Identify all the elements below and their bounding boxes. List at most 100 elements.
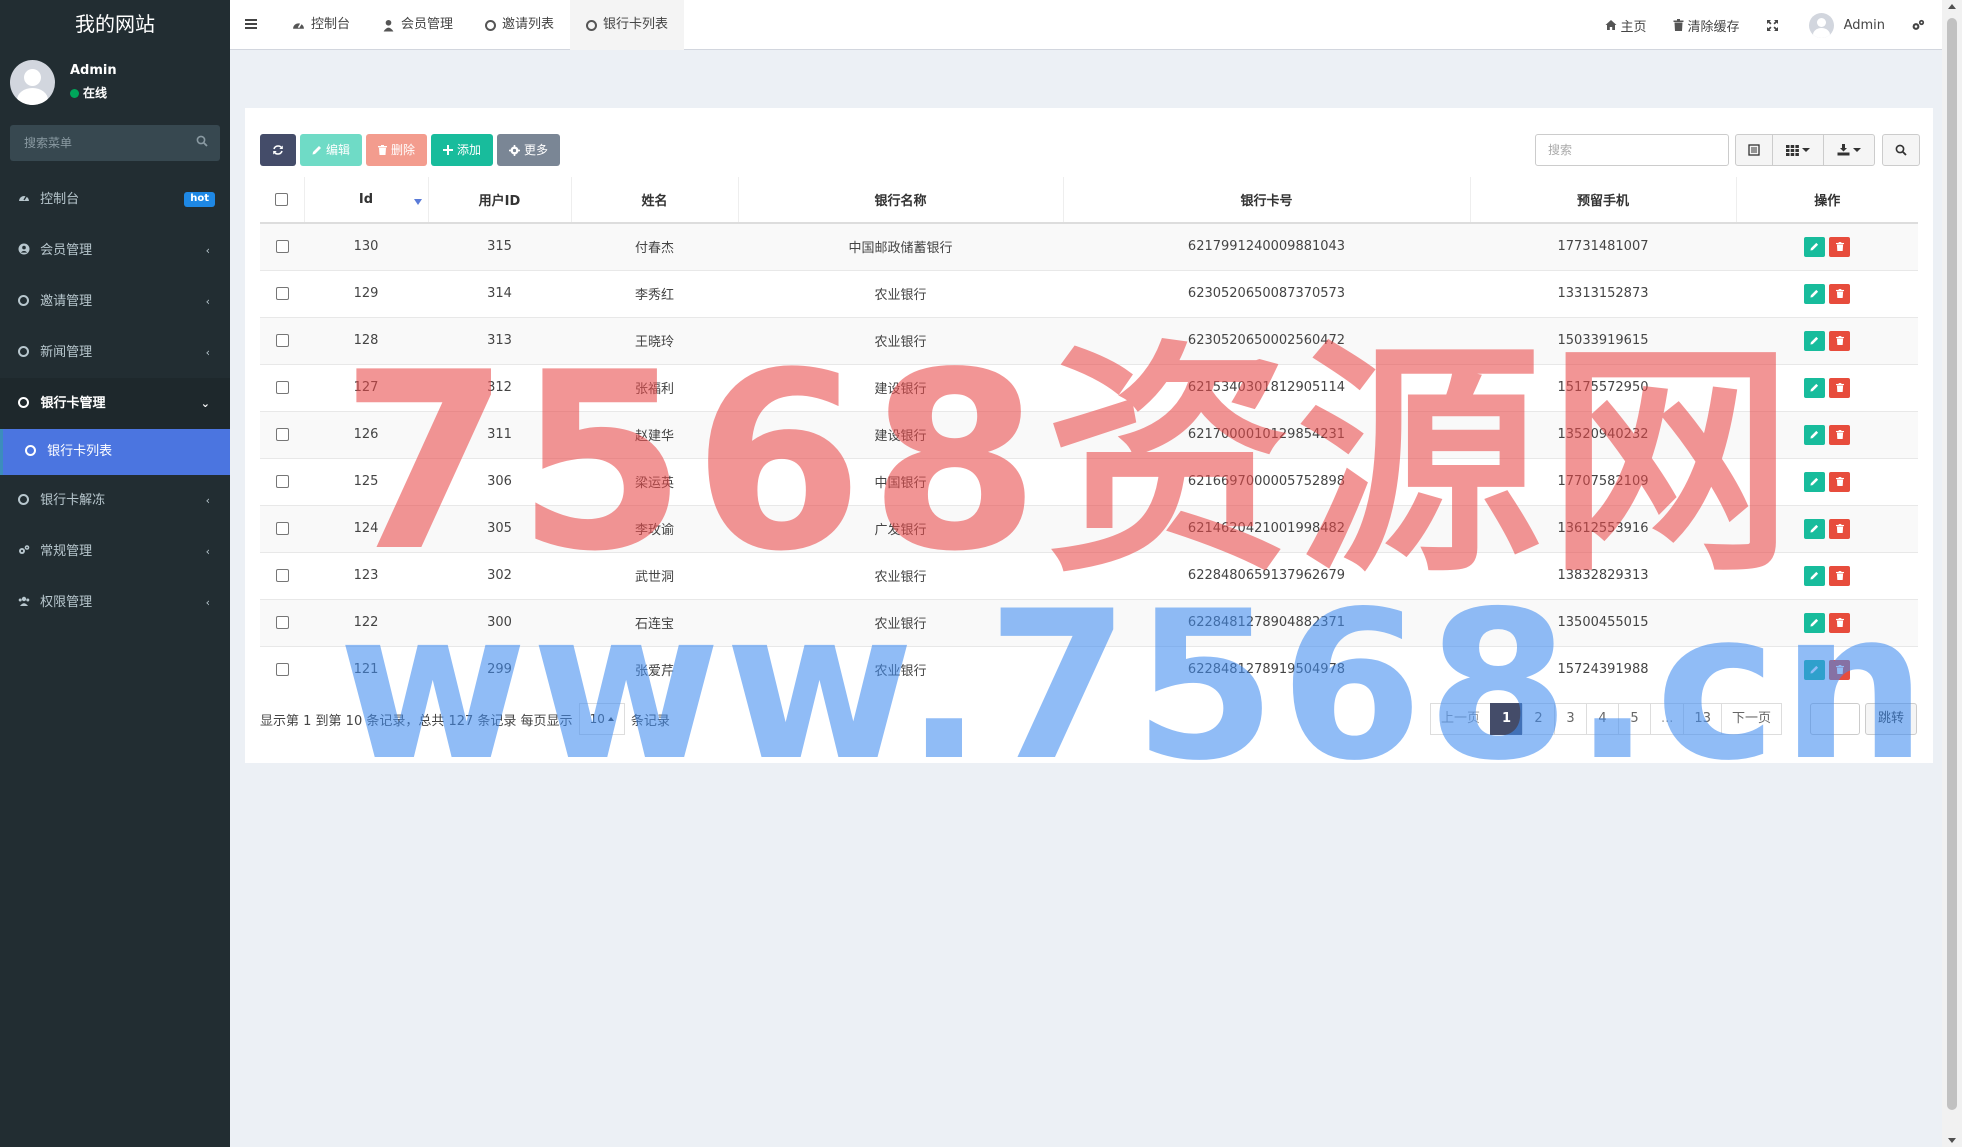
page-size-select[interactable]: 10	[578, 703, 625, 735]
sidebar-item-general[interactable]: 常规管理 ‹	[0, 526, 230, 577]
table-row[interactable]: 128 313 王晓玲 农业银行 6230520650002560472 15033919…	[260, 316, 1918, 364]
row-checkbox[interactable]	[275, 522, 289, 535]
page-3-button[interactable]: 3	[1554, 703, 1588, 735]
jump-button[interactable]: 跳转	[1865, 703, 1917, 735]
column-header-card-number[interactable]: 银行卡号	[1063, 177, 1471, 224]
table-row[interactable]: 126 311 赵建华 建设银行 6217000010129854231 13520940…	[260, 410, 1918, 458]
cell-actions	[1736, 645, 1918, 693]
table-row[interactable]: 124 305 李玫谕 广发银行 6214620421001998482 13612553…	[260, 504, 1918, 552]
home-link[interactable]: 主页	[1592, 0, 1660, 50]
sidebar-item-bankcard-unfreeze[interactable]: 银行卡解冻 ‹	[0, 475, 230, 526]
page-13-button[interactable]: 13	[1683, 703, 1722, 735]
row-edit-button[interactable]	[1804, 236, 1825, 257]
page-5-button[interactable]: 5	[1618, 703, 1652, 735]
sidebar-item-dashboard[interactable]: 控制台 hot	[0, 174, 230, 225]
edit-button[interactable]: 编辑	[300, 134, 363, 166]
sidebar-item-bankcard-list[interactable]: 银行卡列表	[0, 429, 230, 475]
sidebar-search-input[interactable]	[10, 125, 220, 161]
add-button[interactable]: 添加	[431, 134, 494, 166]
table-row[interactable]: 121 299 张爱芹 农业银行 6228481278919504978 15724391…	[260, 645, 1918, 693]
columns-button[interactable]	[1772, 134, 1824, 166]
row-delete-button[interactable]	[1829, 330, 1850, 351]
row-checkbox[interactable]	[275, 381, 289, 394]
row-edit-button[interactable]	[1804, 424, 1825, 445]
row-delete-button[interactable]	[1829, 424, 1850, 445]
sidebar-item-invites[interactable]: 邀请管理 ‹	[0, 276, 230, 327]
cell-card-number: 6216697000005752898	[1063, 457, 1470, 505]
row-edit-button[interactable]	[1804, 612, 1825, 633]
row-checkbox[interactable]	[275, 287, 289, 300]
row-delete-button[interactable]	[1829, 612, 1850, 633]
tab-invites[interactable]: 邀请列表	[469, 0, 570, 50]
delete-button[interactable]: 删除	[366, 134, 428, 166]
table-row[interactable]: 123 302 武世洞 农业银行 6228480659137962679 13832829…	[260, 551, 1918, 599]
toggle-view-button[interactable]	[1735, 134, 1773, 166]
row-delete-button[interactable]	[1829, 236, 1850, 257]
column-header-id[interactable]: Id	[304, 177, 429, 224]
fullscreen-button[interactable]	[1753, 0, 1796, 50]
row-checkbox[interactable]	[275, 663, 289, 677]
refresh-button[interactable]	[260, 134, 296, 166]
cell-id: 124	[304, 504, 428, 552]
user-menu[interactable]: Admin	[1796, 0, 1898, 50]
row-edit-button[interactable]	[1804, 330, 1825, 351]
cell-actions	[1736, 551, 1918, 599]
clear-cache-button[interactable]: 清除缓存	[1660, 0, 1753, 50]
column-header-name[interactable]: 姓名	[571, 177, 739, 224]
sidebar-item-bankcards[interactable]: 银行卡管理 ⌄	[0, 378, 230, 429]
row-edit-button[interactable]	[1804, 565, 1825, 586]
row-checkbox[interactable]	[275, 569, 289, 582]
sidebar-item-news[interactable]: 新闻管理 ‹	[0, 327, 230, 378]
row-delete-button[interactable]	[1829, 565, 1850, 586]
table-row[interactable]: 127 312 张福利 建设银行 6215340301812905114 15175572…	[260, 363, 1918, 411]
table-search-input[interactable]	[1535, 134, 1729, 166]
table-row[interactable]: 122 300 石连宝 农业银行 6228481278904882371 13500455…	[260, 598, 1918, 646]
row-checkbox[interactable]	[275, 616, 289, 629]
row-delete-button[interactable]	[1829, 471, 1850, 492]
scrollbar-thumb[interactable]	[1947, 18, 1957, 1110]
column-header-bank-name[interactable]: 银行名称	[738, 177, 1064, 224]
select-all-checkbox[interactable]	[275, 193, 289, 206]
sidebar-item-permissions[interactable]: 权限管理 ‹	[0, 577, 230, 628]
export-button[interactable]	[1823, 134, 1875, 166]
more-button[interactable]: 更多	[497, 134, 561, 166]
row-checkbox[interactable]	[275, 240, 289, 254]
site-logo[interactable]: 我的网站	[0, 0, 230, 50]
row-edit-button[interactable]	[1804, 471, 1825, 492]
row-delete-button[interactable]	[1829, 659, 1850, 680]
tab-dashboard[interactable]: 控制台	[276, 0, 366, 50]
row-checkbox[interactable]	[275, 428, 289, 441]
settings-button[interactable]	[1898, 0, 1942, 50]
user-status: 在线	[70, 84, 107, 101]
sidebar-item-members[interactable]: 会员管理 ‹	[0, 225, 230, 276]
tab-bankcard-list[interactable]: 银行卡列表	[570, 0, 685, 50]
next-page-button[interactable]: 下一页	[1720, 703, 1782, 735]
scroll-up-arrow-icon[interactable]	[1948, 4, 1956, 9]
page-2-button[interactable]: 2	[1522, 703, 1556, 735]
search-icon[interactable]	[196, 135, 208, 147]
page-4-button[interactable]: 4	[1586, 703, 1620, 735]
column-header-user-id[interactable]: 用户ID	[428, 177, 572, 224]
tab-members[interactable]: 会员管理	[366, 0, 469, 50]
row-select-cell	[260, 363, 304, 411]
column-header-phone[interactable]: 预留手机	[1470, 177, 1737, 224]
row-edit-button[interactable]	[1804, 518, 1825, 539]
table-row[interactable]: 130 315 付春杰 中国邮政储蓄银行 6217991240009881043 1773…	[260, 222, 1918, 270]
page-1-button[interactable]: 1	[1490, 703, 1524, 735]
table-row[interactable]: 125 306 梁运英 中国银行 6216697000005752898 17707582…	[260, 457, 1918, 505]
jump-page-input[interactable]	[1810, 703, 1860, 735]
search-submit-button[interactable]	[1882, 134, 1920, 166]
prev-page-button[interactable]: 上一页	[1430, 703, 1492, 735]
row-delete-button[interactable]	[1829, 377, 1850, 398]
scroll-down-arrow-icon[interactable]	[1948, 1138, 1956, 1143]
row-edit-button[interactable]	[1804, 659, 1825, 680]
row-delete-button[interactable]	[1829, 518, 1850, 539]
table-row[interactable]: 129 314 李秀红 农业银行 6230520650087370573 13313152…	[260, 269, 1918, 317]
row-checkbox[interactable]	[275, 334, 289, 347]
row-checkbox[interactable]	[275, 475, 289, 488]
page-scrollbar[interactable]	[1942, 0, 1962, 1147]
row-delete-button[interactable]	[1829, 283, 1850, 304]
row-edit-button[interactable]	[1804, 377, 1825, 398]
row-edit-button[interactable]	[1804, 283, 1825, 304]
menu-toggle-icon[interactable]	[244, 17, 258, 31]
